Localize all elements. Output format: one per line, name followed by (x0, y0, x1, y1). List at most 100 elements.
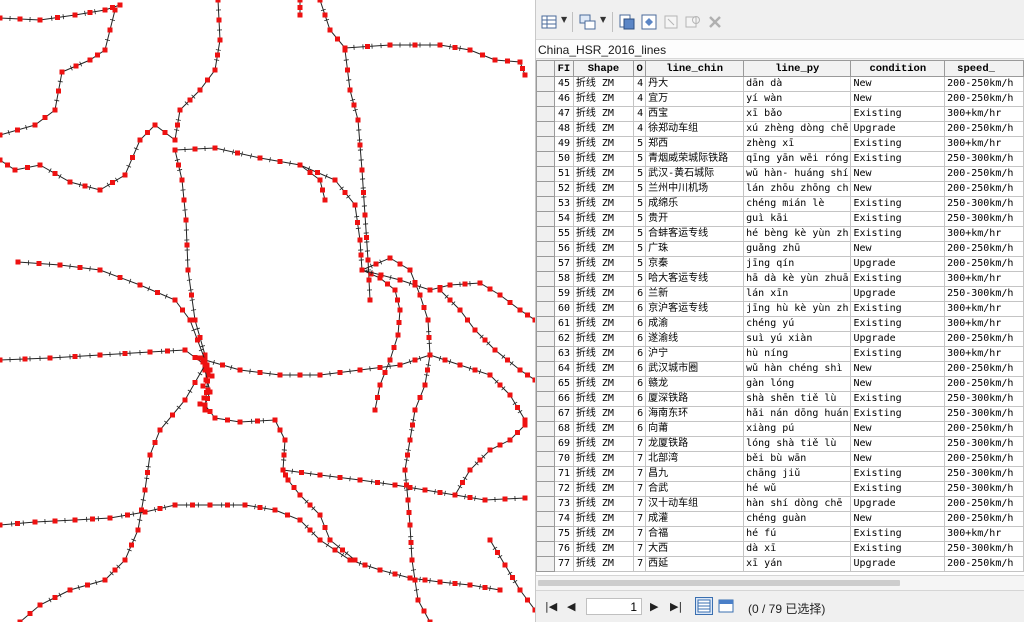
station-marker[interactable] (423, 488, 428, 493)
station-marker[interactable] (318, 473, 323, 478)
station-marker[interactable] (318, 538, 323, 543)
station-marker[interactable] (408, 523, 413, 528)
station-marker[interactable] (375, 480, 380, 485)
station-marker[interactable] (483, 585, 488, 590)
table-row[interactable]: 53折线 ZM5成绵乐chéng mián lèExisting250-300k… (537, 197, 1024, 212)
station-marker[interactable] (448, 298, 453, 303)
station-marker[interactable] (388, 358, 393, 363)
station-marker[interactable] (136, 528, 141, 533)
station-marker[interactable] (170, 413, 175, 418)
table-cell[interactable]: 5 (634, 272, 646, 287)
table-cell[interactable]: 折线 ZM (573, 362, 633, 377)
station-marker[interactable] (473, 368, 478, 373)
station-marker[interactable] (493, 58, 498, 63)
station-marker[interactable] (523, 73, 528, 78)
table-cell[interactable]: New (851, 362, 945, 377)
station-marker[interactable] (185, 243, 190, 248)
table-cell[interactable]: 60 (554, 302, 573, 317)
row-selector[interactable] (537, 317, 555, 332)
station-marker[interactable] (483, 498, 488, 503)
table-row[interactable]: 57折线 ZM5京秦jīng qínUpgrade200-250km/h (537, 257, 1024, 272)
table-cell[interactable]: New (851, 377, 945, 392)
table-cell[interactable]: 折线 ZM (573, 377, 633, 392)
station-marker[interactable] (188, 98, 193, 103)
station-marker[interactable] (518, 308, 523, 313)
table-cell[interactable]: 6 (634, 302, 646, 317)
table-cell[interactable]: New (851, 242, 945, 257)
station-marker[interactable] (408, 438, 413, 443)
table-row[interactable]: 68折线 ZM6向莆xiàng púNew200-250km/h (537, 422, 1024, 437)
row-selector[interactable] (537, 92, 555, 107)
station-marker[interactable] (53, 519, 58, 524)
table-cell[interactable]: 62 (554, 332, 573, 347)
column-header[interactable]: speed_ (945, 61, 1024, 77)
station-marker[interactable] (285, 513, 290, 518)
scrollbar-thumb[interactable] (538, 580, 900, 586)
station-marker[interactable] (428, 353, 433, 358)
station-marker[interactable] (204, 378, 209, 383)
table-cell[interactable]: 250-300km/h (945, 197, 1024, 212)
table-cell[interactable]: 6 (634, 392, 646, 407)
table-cell[interactable]: 西宝 (646, 107, 744, 122)
station-marker[interactable] (201, 384, 206, 389)
station-marker[interactable] (413, 43, 418, 48)
station-marker[interactable] (345, 68, 350, 73)
station-marker[interactable] (173, 148, 178, 153)
row-selector[interactable] (537, 227, 555, 242)
station-marker[interactable] (378, 568, 383, 573)
table-cell[interactable]: 300+km/hr (945, 527, 1024, 542)
station-marker[interactable] (398, 262, 403, 267)
current-record-input[interactable]: 1 (586, 598, 642, 615)
table-cell[interactable]: 250-300km/h (945, 542, 1024, 557)
table-cell[interactable]: 折线 ZM (573, 197, 633, 212)
table-cell[interactable]: xī yán (744, 557, 851, 572)
table-row[interactable]: 55折线 ZM5合蚌客运专线hé bèng kè yùn zhExisting3… (537, 227, 1024, 242)
station-marker[interactable] (73, 354, 78, 359)
station-marker[interactable] (180, 178, 185, 183)
station-marker[interactable] (396, 333, 401, 338)
row-selector[interactable] (537, 377, 555, 392)
table-cell[interactable]: Existing (851, 197, 945, 212)
station-marker[interactable] (410, 423, 415, 428)
station-marker[interactable] (208, 409, 213, 414)
station-marker[interactable] (525, 373, 530, 378)
table-cell[interactable]: 66 (554, 392, 573, 407)
table-cell[interactable]: 200-250km/h (945, 497, 1024, 512)
station-marker[interactable] (404, 483, 409, 488)
table-cell[interactable]: yí wàn (744, 92, 851, 107)
previous-record-icon[interactable]: ◀ (567, 600, 575, 614)
row-selector[interactable] (537, 347, 555, 362)
station-marker[interactable] (292, 485, 297, 490)
table-cell[interactable]: guǎng zhū (744, 242, 851, 257)
station-marker[interactable] (393, 483, 398, 488)
station-marker[interactable] (366, 258, 371, 263)
table-cell[interactable]: Existing (851, 527, 945, 542)
table-cell[interactable]: 7 (634, 467, 646, 482)
table-cell[interactable]: 7 (634, 527, 646, 542)
station-marker[interactable] (359, 253, 364, 258)
table-cell[interactable]: 250-300km/h (945, 437, 1024, 452)
station-marker[interactable] (205, 363, 210, 368)
table-row[interactable]: 56折线 ZM5广珠guǎng zhūNew200-250km/h (537, 242, 1024, 257)
table-cell[interactable]: 76 (554, 542, 573, 557)
station-marker[interactable] (53, 595, 58, 600)
station-marker[interactable] (16, 260, 21, 265)
station-marker[interactable] (498, 383, 503, 388)
table-cell[interactable]: 6 (634, 362, 646, 377)
map-view[interactable] (0, 0, 535, 622)
table-cell[interactable]: Existing (851, 347, 945, 362)
table-cell[interactable]: 5 (634, 197, 646, 212)
station-marker[interactable] (463, 282, 468, 287)
table-cell[interactable]: 300+km/hr (945, 137, 1024, 152)
table-cell[interactable]: 折线 ZM (573, 287, 633, 302)
station-marker[interactable] (283, 438, 288, 443)
station-marker[interactable] (90, 517, 95, 522)
station-marker[interactable] (183, 398, 188, 403)
station-marker[interactable] (23, 357, 28, 362)
station-marker[interactable] (468, 583, 473, 588)
station-marker[interactable] (83, 184, 88, 189)
row-selector[interactable] (537, 212, 555, 227)
delete-selected-icon[interactable] (706, 12, 724, 32)
table-cell[interactable]: xī bǎo (744, 107, 851, 122)
station-marker[interactable] (208, 503, 213, 508)
